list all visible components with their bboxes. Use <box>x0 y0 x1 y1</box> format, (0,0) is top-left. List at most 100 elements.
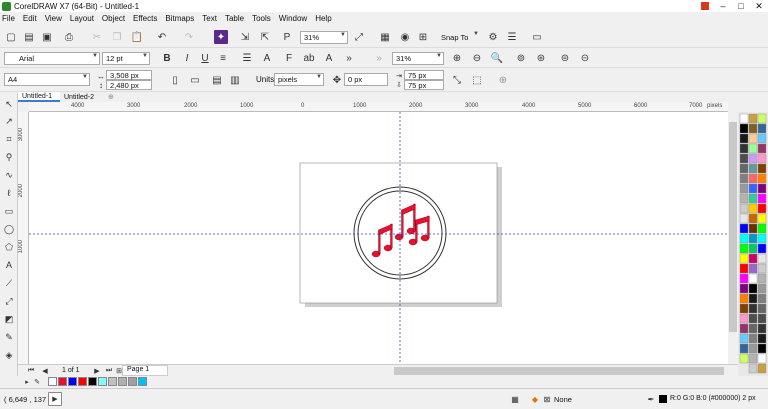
palette-swatch[interactable] <box>739 183 749 194</box>
copy-icon[interactable]: ❐ <box>110 30 124 44</box>
zoom-page-icon[interactable]: ⊛ <box>534 51 548 65</box>
app-badge-icon[interactable] <box>696 0 714 12</box>
zoom-in-icon[interactable]: ⊕ <box>450 51 464 65</box>
document-color-settings-icon[interactable]: ▦ <box>508 392 522 406</box>
font-family-select[interactable]: Arial ▼ <box>4 52 100 65</box>
edit-text-icon[interactable]: ab <box>302 51 316 65</box>
play-icon[interactable]: ▶ <box>48 392 62 406</box>
underline-icon[interactable]: U <box>198 51 212 65</box>
palette-swatch[interactable] <box>739 143 749 154</box>
menu-layout[interactable]: Layout <box>70 14 94 23</box>
menu-bitmaps[interactable]: Bitmaps <box>165 14 194 23</box>
close-button[interactable]: ✕ <box>750 0 768 12</box>
open-icon[interactable]: ▤ <box>22 30 36 44</box>
palette-swatch[interactable] <box>757 223 767 234</box>
menu-text[interactable]: Text <box>202 14 217 23</box>
zoom-width-icon[interactable]: ⊜ <box>558 51 572 65</box>
palette-swatch[interactable] <box>748 173 758 184</box>
transform-icon[interactable]: ⤡ <box>450 73 464 87</box>
palette-swatch[interactable] <box>739 173 749 184</box>
palette-swatch[interactable] <box>739 273 749 284</box>
palette-swatch[interactable] <box>757 143 767 154</box>
palette-swatch[interactable] <box>739 233 749 244</box>
page-height-field[interactable]: 2,480 px <box>106 80 152 90</box>
palette-swatch[interactable] <box>757 303 767 314</box>
palette-swatch[interactable] <box>757 153 767 164</box>
document-swatch[interactable] <box>138 377 147 386</box>
undo-icon[interactable]: ↶ <box>155 30 169 44</box>
palette-swatch[interactable] <box>757 203 767 214</box>
palette-swatch[interactable] <box>748 143 758 154</box>
nudge-distance-field[interactable]: 0 px <box>344 73 388 86</box>
menu-file[interactable]: File <box>2 14 15 23</box>
menu-help[interactable]: Help <box>315 14 331 23</box>
export-icon[interactable]: ⇱ <box>258 30 272 44</box>
drop-shadow-tool-icon[interactable]: ◩ <box>3 313 15 325</box>
palette-swatch[interactable] <box>748 193 758 204</box>
import-icon[interactable]: ⇲ <box>238 30 252 44</box>
artistic-media-icon[interactable]: ℓ <box>3 187 15 199</box>
bold-icon[interactable]: B <box>160 51 174 65</box>
palette-swatch[interactable] <box>748 223 758 234</box>
connector-tool-icon[interactable]: ⤢ <box>3 295 15 307</box>
palette-swatch[interactable] <box>748 313 758 324</box>
palette-swatch[interactable] <box>748 153 758 164</box>
save-icon[interactable]: ▣ <box>40 30 54 44</box>
horizontal-text-icon[interactable]: A <box>322 51 336 65</box>
tab-untitled-1[interactable]: Untitled-1 <box>18 92 60 102</box>
zoom-height-icon[interactable]: ⊝ <box>578 51 592 65</box>
palette-swatch[interactable] <box>739 113 749 124</box>
text-tool-icon[interactable]: A <box>3 259 15 271</box>
duplicate-x-field[interactable]: 75 px <box>404 70 444 80</box>
palette-swatch[interactable] <box>757 123 767 134</box>
ellipse-tool-icon[interactable]: ◯ <box>3 223 15 235</box>
palette-swatch[interactable] <box>748 243 758 254</box>
palette-swatch[interactable] <box>757 283 767 294</box>
current-page-icon[interactable]: ▥ <box>228 73 242 87</box>
dropcap-icon[interactable]: A <box>260 51 274 65</box>
palette-swatch[interactable] <box>748 353 758 364</box>
page-border[interactable] <box>299 162 498 304</box>
menu-tools[interactable]: Tools <box>252 14 271 23</box>
palette-swatch[interactable] <box>757 243 767 254</box>
maximize-button[interactable]: □ <box>732 0 750 12</box>
search-content-icon[interactable]: ✦ <box>214 30 228 44</box>
align-icon[interactable]: ≡ <box>216 51 230 65</box>
vertical-scroll-thumb[interactable] <box>729 122 737 332</box>
vertical-ruler[interactable]: 3000 2000 1000 <box>18 112 29 364</box>
palette-swatch[interactable] <box>757 263 767 274</box>
publish-pdf-icon[interactable]: P <box>280 30 294 44</box>
palette-swatch[interactable] <box>757 323 767 334</box>
vertical-text-icon[interactable]: » <box>342 51 356 65</box>
palette-swatch[interactable] <box>757 273 767 284</box>
palette-swatch[interactable] <box>757 183 767 194</box>
shape-tool-icon[interactable]: ↗ <box>3 115 15 127</box>
palette-swatch[interactable] <box>757 363 767 374</box>
palette-swatch[interactable] <box>748 263 758 274</box>
palette-swatch[interactable] <box>739 133 749 144</box>
add-icon[interactable]: ⊕ <box>496 73 510 87</box>
all-pages-icon[interactable]: ▤ <box>210 73 224 87</box>
palette-swatch[interactable] <box>757 173 767 184</box>
zoom-out-icon[interactable]: ⊖ <box>470 51 484 65</box>
palette-swatch[interactable] <box>739 213 749 224</box>
text-properties-icon[interactable]: F <box>282 51 296 65</box>
print-icon[interactable]: ⎙ <box>62 30 76 44</box>
palette-swatch[interactable] <box>757 353 767 364</box>
show-rulers-icon[interactable]: ▦ <box>378 30 392 44</box>
palette-swatch[interactable] <box>757 193 767 204</box>
page-width-field[interactable]: 3,508 px <box>106 70 152 80</box>
zoom-level-select[interactable]: 31% ▼ <box>300 31 348 44</box>
palette-swatch[interactable] <box>739 123 749 134</box>
palette-swatch[interactable] <box>739 323 749 334</box>
show-grid-icon[interactable]: ◉ <box>398 30 412 44</box>
more-icon[interactable]: » <box>372 51 386 65</box>
duplicate-y-field[interactable]: 75 px <box>404 80 444 90</box>
menu-window[interactable]: Window <box>279 14 307 23</box>
palette-swatch[interactable] <box>748 133 758 144</box>
palette-swatches[interactable] <box>738 112 768 376</box>
page-size-select[interactable]: A4 ▼ <box>4 73 90 86</box>
palette-swatch[interactable] <box>748 283 758 294</box>
snap-to-dropdown[interactable]: Snap To ▼ <box>438 31 480 44</box>
palette-swatch[interactable] <box>748 343 758 354</box>
